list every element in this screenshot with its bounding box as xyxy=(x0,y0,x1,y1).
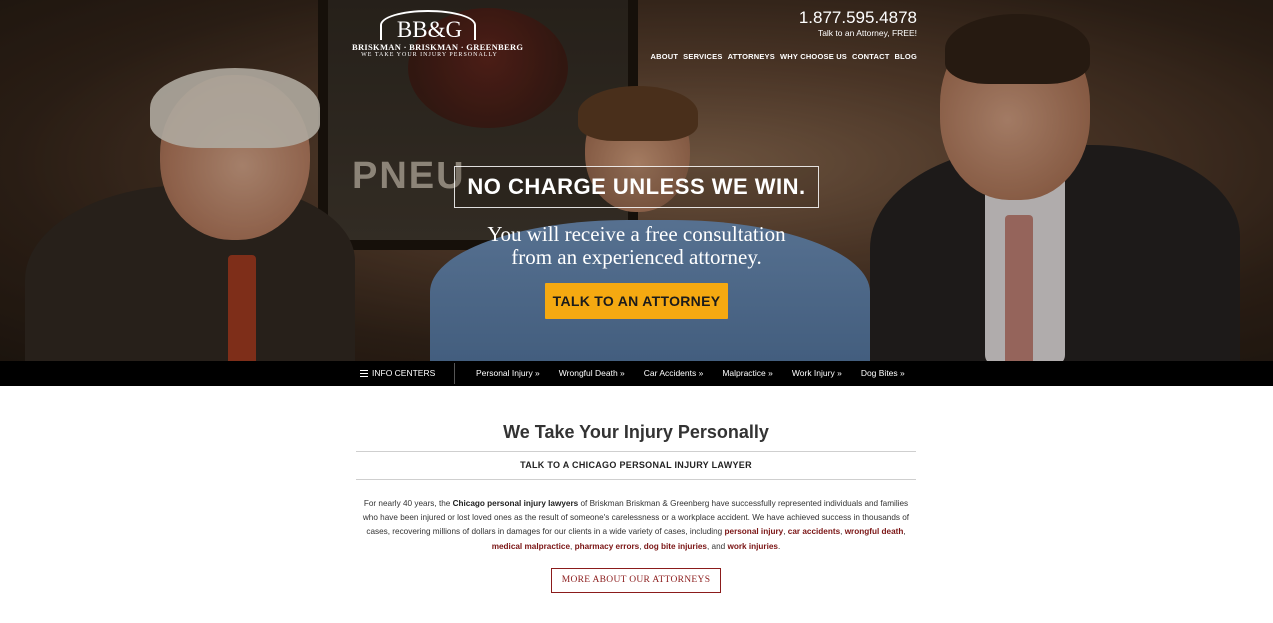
link-work-injuries[interactable]: work injuries xyxy=(727,542,778,551)
info-centers-menu[interactable]: INFO CENTERS xyxy=(360,361,435,386)
phone-subtext: Talk to an Attorney, FREE! xyxy=(817,28,917,38)
logo-firm-name: BRISKMAN · BRISKMAN · GREENBERG xyxy=(352,42,524,52)
link-wrongful-death[interactable]: wrongful death xyxy=(845,527,904,536)
info-center-links: Personal Injury » Wrongful Death » Car A… xyxy=(476,361,905,386)
info-centers-bar: INFO CENTERS Personal Injury » Wrongful … xyxy=(0,361,1273,386)
para-bold-phrase: Chicago personal injury lawyers xyxy=(452,499,579,508)
nav-why-choose-us[interactable]: WHY CHOOSE US xyxy=(780,52,847,61)
logo-tagline: WE TAKE YOUR INJURY PERSONALLY xyxy=(361,52,498,58)
section-subheading: TALK TO A CHICAGO PERSONAL INJURY LAWYER xyxy=(520,460,752,470)
info-bar-divider xyxy=(454,363,455,384)
site-logo[interactable]: BB&G BRISKMAN · BRISKMAN · GREENBERG WE … xyxy=(352,8,524,68)
info-link-car-accidents[interactable]: Car Accidents » xyxy=(644,361,704,386)
link-personal-injury[interactable]: personal injury xyxy=(725,527,784,536)
nav-blog[interactable]: BLOG xyxy=(895,52,917,61)
sep: . xyxy=(778,541,781,551)
hero-subheadline: You will receive a free consultation fro… xyxy=(400,223,873,269)
info-link-wrongful-death[interactable]: Wrongful Death » xyxy=(559,361,625,386)
nav-attorneys[interactable]: ATTORNEYS xyxy=(728,52,775,61)
menu-icon xyxy=(360,370,368,377)
link-pharmacy-errors[interactable]: pharmacy errors xyxy=(575,542,640,551)
more-about-attorneys-button[interactable]: MORE ABOUT OUR ATTORNEYS xyxy=(551,568,721,593)
nav-about[interactable]: ABOUT xyxy=(651,52,679,61)
divider-bottom xyxy=(356,479,916,480)
intro-paragraph: For nearly 40 years, the Chicago persona… xyxy=(356,497,916,554)
phone-number[interactable]: 1.877.595.4878 xyxy=(770,8,917,28)
info-link-malpractice[interactable]: Malpractice » xyxy=(722,361,773,386)
divider-top xyxy=(356,451,916,452)
hero-subheadline-line-2: from an experienced attorney. xyxy=(511,245,762,269)
info-link-work-injury[interactable]: Work Injury » xyxy=(792,361,842,386)
nav-services[interactable]: SERVICES xyxy=(683,52,722,61)
link-dog-bite-injuries[interactable]: dog bite injuries xyxy=(644,542,707,551)
talk-to-attorney-button[interactable]: TALK TO AN ATTORNEY xyxy=(545,283,728,319)
para-text-1: For nearly 40 years, the xyxy=(363,499,453,508)
info-link-personal-injury[interactable]: Personal Injury » xyxy=(476,361,540,386)
sep: , and xyxy=(706,541,728,551)
link-car-accidents[interactable]: car accidents xyxy=(788,527,840,536)
link-medical-malpractice[interactable]: medical malpractice xyxy=(492,542,570,551)
section-title: We Take Your Injury Personally xyxy=(503,422,769,442)
logo-mark: BB&G xyxy=(396,17,463,42)
sep: , xyxy=(903,527,906,537)
hero-headline: NO CHARGE UNLESS WE WIN. xyxy=(454,166,819,208)
info-link-dog-bites[interactable]: Dog Bites » xyxy=(861,361,905,386)
info-centers-label: INFO CENTERS xyxy=(372,368,436,378)
hero-subheadline-line-1: You will receive a free consultation xyxy=(487,222,786,246)
main-nav: ABOUT SERVICES ATTORNEYS WHY CHOOSE US C… xyxy=(640,52,917,61)
hero-banner: PNEU BB&G BRISKMAN · BRISKMAN · GREENBER… xyxy=(0,0,1273,361)
nav-contact[interactable]: CONTACT xyxy=(852,52,890,61)
